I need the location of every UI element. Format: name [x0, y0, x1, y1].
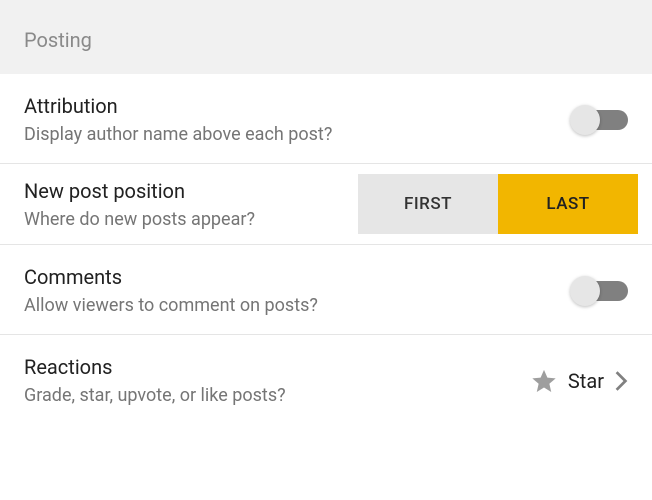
section-header-posting: Posting [0, 0, 652, 74]
row-text: Attribution Display author name above ea… [24, 94, 332, 145]
row-reactions[interactable]: Reactions Grade, star, upvote, or like p… [0, 335, 652, 424]
reactions-title: Reactions [24, 355, 286, 379]
row-text: New post position Where do new posts app… [24, 179, 255, 230]
chevron-right-icon [614, 370, 628, 392]
comments-subtitle: Allow viewers to comment on posts? [24, 295, 318, 316]
row-comments: Comments Allow viewers to comment on pos… [0, 245, 652, 335]
position-option-first[interactable]: FIRST [358, 174, 498, 234]
row-attribution: Attribution Display author name above ea… [0, 74, 652, 164]
reactions-value[interactable]: Star [530, 367, 628, 395]
row-text: Reactions Grade, star, upvote, or like p… [24, 355, 286, 406]
toggle-knob [570, 276, 600, 306]
position-segmented: FIRST LAST [358, 174, 638, 234]
section-title: Posting [24, 28, 92, 52]
reactions-selected-label: Star [568, 369, 604, 393]
attribution-subtitle: Display author name above each post? [24, 124, 332, 145]
row-new-post-position: New post position Where do new posts app… [0, 164, 652, 245]
star-icon [530, 367, 558, 395]
toggle-knob [570, 105, 600, 135]
reactions-subtitle: Grade, star, upvote, or like posts? [24, 385, 286, 406]
position-title: New post position [24, 179, 255, 203]
attribution-title: Attribution [24, 94, 332, 118]
position-option-last[interactable]: LAST [498, 174, 638, 234]
position-subtitle: Where do new posts appear? [24, 209, 255, 230]
comments-toggle[interactable] [572, 281, 628, 301]
attribution-toggle[interactable] [572, 110, 628, 130]
comments-title: Comments [24, 265, 318, 289]
row-text: Comments Allow viewers to comment on pos… [24, 265, 318, 316]
